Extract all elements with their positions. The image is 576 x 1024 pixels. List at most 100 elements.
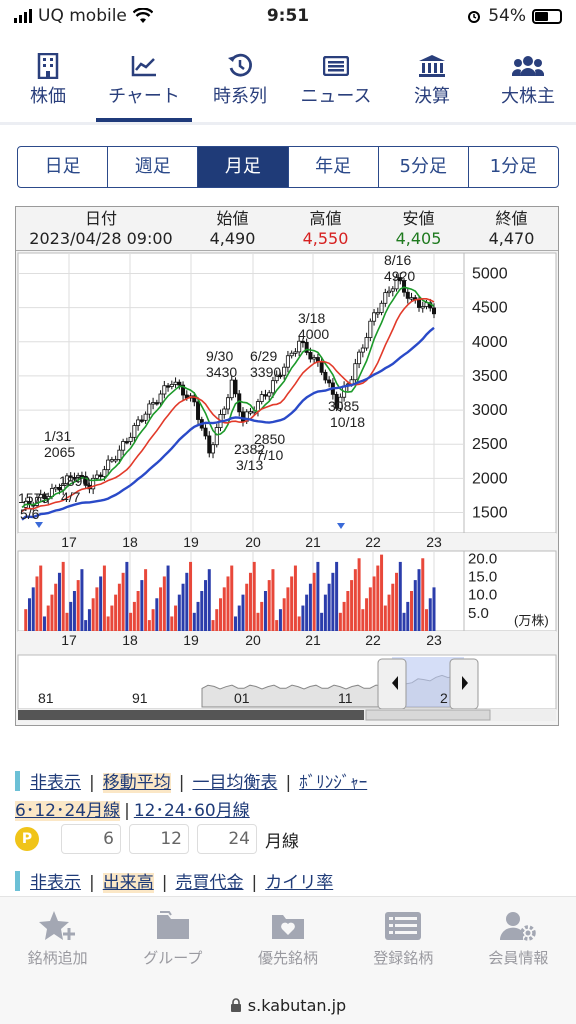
price-chart[interactable]: 5000450040003500300025002000150017 18 19 20… (16, 251, 558, 725)
volume-bar (114, 594, 118, 631)
volume-bar (132, 601, 136, 631)
volume-bar (372, 576, 376, 631)
x-tick-label: 23 (426, 534, 442, 550)
member-info-button[interactable]: 会員情報 (461, 897, 576, 990)
candle-body (196, 401, 201, 420)
annotation-date: 9/30 (206, 348, 233, 364)
candle-body (353, 363, 358, 381)
volume-bar (432, 587, 436, 631)
volume-bar (365, 598, 369, 631)
volume-bar (95, 587, 99, 631)
link-ichimoku[interactable]: 一目均衡表 (192, 773, 277, 793)
y-tick-label: 4000 (472, 334, 508, 351)
volume-bar (241, 594, 245, 631)
link-ma-12-24-60[interactable]: 12･24･60月線 (134, 801, 250, 821)
link-volume[interactable]: 出来高 (102, 873, 154, 893)
nav-label: チャート (108, 86, 180, 107)
candle-body (211, 444, 216, 454)
bottom-label: 銘柄追加 (27, 949, 88, 967)
group-button[interactable]: グループ (115, 897, 230, 990)
nav-shareholders[interactable]: 大株主 (480, 50, 576, 122)
volume-bar (35, 576, 39, 631)
link-hide-volume[interactable]: 非表示 (30, 873, 81, 893)
tab-yearly[interactable]: 年足 (289, 147, 379, 187)
nav-chart[interactable]: チャート (96, 50, 192, 122)
candle-body (94, 474, 99, 479)
candle-body (368, 320, 373, 338)
volume-bar (278, 609, 282, 631)
volume-bar (207, 569, 211, 631)
volume-bar (69, 601, 73, 631)
candle-body (417, 299, 422, 308)
volume-bar (245, 583, 249, 631)
open-label: 始値 (216, 209, 249, 228)
navigator-left-handle[interactable] (377, 658, 407, 710)
volume-bar (42, 616, 46, 631)
tab-daily[interactable]: 日足 (18, 147, 109, 187)
nav-time-series[interactable]: 時系列 (192, 50, 288, 122)
price-plot-area (17, 252, 465, 534)
volume-bar (376, 565, 380, 631)
candle-body (405, 291, 410, 299)
volume-bar (31, 587, 35, 631)
ma-input-3[interactable]: 24 (197, 824, 257, 854)
link-ma-6-12-24[interactable]: 6･12･24月線 (15, 801, 121, 821)
link-deviation[interactable]: カイリ率 (265, 873, 333, 893)
candle-body (375, 312, 380, 315)
nav-news[interactable]: ニュース (288, 50, 384, 122)
candle-body (267, 392, 272, 397)
nav-divider (0, 122, 576, 125)
link-moving-average[interactable]: 移動平均 (102, 773, 171, 793)
volume-bar (76, 580, 80, 631)
ma-input-1[interactable]: 6 (61, 824, 121, 854)
link-bollinger[interactable]: ﾎﾞﾘﾝｼﾞｬｰ (299, 773, 367, 793)
x-tick-label: 18 (122, 632, 138, 648)
candle-body (147, 403, 152, 415)
add-stock-button[interactable]: 銘柄追加 (0, 897, 115, 990)
volume-bar (151, 609, 155, 631)
volume-bar (24, 609, 28, 631)
volume-bar (222, 587, 226, 631)
top-nav: 株価 チャート 時系列 ニュース 決算 大株主 (0, 50, 576, 122)
annotation-value: 4920 (384, 268, 415, 284)
link-hide-indicator[interactable]: 非表示 (30, 773, 81, 793)
url-bar[interactable]: s.kabutan.jp (0, 990, 576, 1024)
volume-bar (72, 591, 76, 631)
annotation-value: 2065 (44, 444, 75, 460)
ma-input-2[interactable]: 12 (129, 824, 189, 854)
x-tick-label: 22 (365, 534, 381, 550)
volume-bar (402, 612, 406, 631)
candle-body (308, 352, 313, 360)
registered-stocks-button[interactable]: 登録銘柄 (346, 897, 461, 990)
candle-body (53, 486, 58, 490)
nav-stock-price[interactable]: 株価 (0, 50, 96, 122)
volume-tick-label: 20.0 (468, 550, 497, 567)
nav-earnings[interactable]: 決算 (384, 50, 480, 122)
tab-monthly[interactable]: 月足 (198, 147, 289, 187)
candle-body (248, 411, 253, 414)
tab-5min[interactable]: 5分足 (379, 147, 469, 187)
link-turnover[interactable]: 売買代金 (175, 873, 243, 893)
candle-body (297, 340, 302, 353)
candle-body (270, 380, 275, 394)
navigator-scroll-thumb[interactable] (18, 710, 364, 720)
candle-body (390, 288, 395, 292)
volume-bar (219, 598, 223, 631)
candle-body (229, 379, 234, 399)
priority-stocks-button[interactable]: 優先銘柄 (230, 897, 345, 990)
ohlc-header: 日付 2023/04/28 09:00 始値 4,490 高値 4,550 安値… (16, 207, 558, 251)
candle-body (124, 441, 129, 444)
history-icon (228, 53, 252, 77)
volume-bar (65, 612, 69, 631)
tab-1min[interactable]: 1分足 (469, 147, 558, 187)
volume-bar (338, 612, 342, 631)
volume-bar (54, 583, 58, 631)
volume-bar (406, 601, 410, 631)
volume-bar (342, 601, 346, 631)
price-axis-area (463, 252, 557, 534)
date-label: 日付 (84, 209, 117, 228)
tab-weekly[interactable]: 週足 (108, 147, 199, 187)
volume-bar (383, 605, 387, 631)
close-label: 終値 (495, 209, 528, 228)
volume-bar (39, 565, 43, 631)
